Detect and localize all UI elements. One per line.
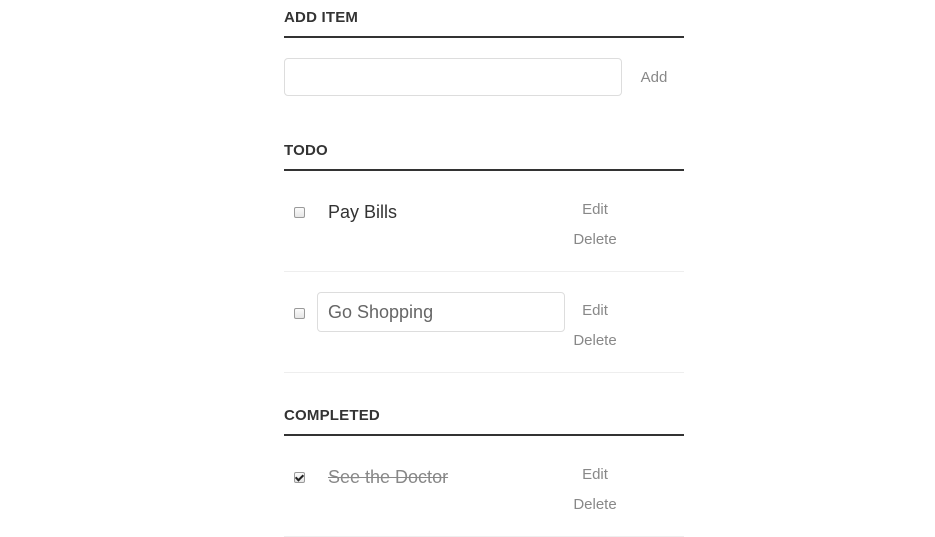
task-edit-input[interactable] [317, 292, 565, 332]
completed-heading: COMPLETED [284, 408, 684, 436]
list-item: See the Doctor Edit Delete [284, 436, 684, 537]
task-label: Pay Bills [328, 202, 398, 222]
edit-button[interactable]: Edit [565, 302, 625, 320]
edit-button[interactable]: Edit [565, 201, 625, 219]
completed-list: See the Doctor Edit Delete [284, 436, 684, 537]
task-checkbox[interactable] [294, 472, 305, 483]
delete-button[interactable]: Delete [565, 496, 625, 514]
task-checkbox[interactable] [294, 207, 305, 218]
task-checkbox[interactable] [294, 308, 305, 319]
todo-heading: TODO [284, 143, 684, 171]
add-button[interactable]: Add [624, 58, 684, 96]
add-item-row: Add [284, 38, 684, 108]
delete-button[interactable]: Delete [565, 332, 625, 350]
add-item-heading: ADD ITEM [284, 0, 684, 38]
new-task-input[interactable] [284, 58, 622, 96]
todo-app: ADD ITEM Add TODO Pay Bills Edit Delete … [284, 0, 684, 537]
task-label: See the Doctor [328, 467, 449, 487]
todo-list: Pay Bills Edit Delete Edit Delete [284, 171, 684, 373]
delete-button[interactable]: Delete [565, 231, 625, 249]
list-item: Pay Bills Edit Delete [284, 171, 684, 272]
list-item: Edit Delete [284, 272, 684, 373]
edit-button[interactable]: Edit [565, 466, 625, 484]
